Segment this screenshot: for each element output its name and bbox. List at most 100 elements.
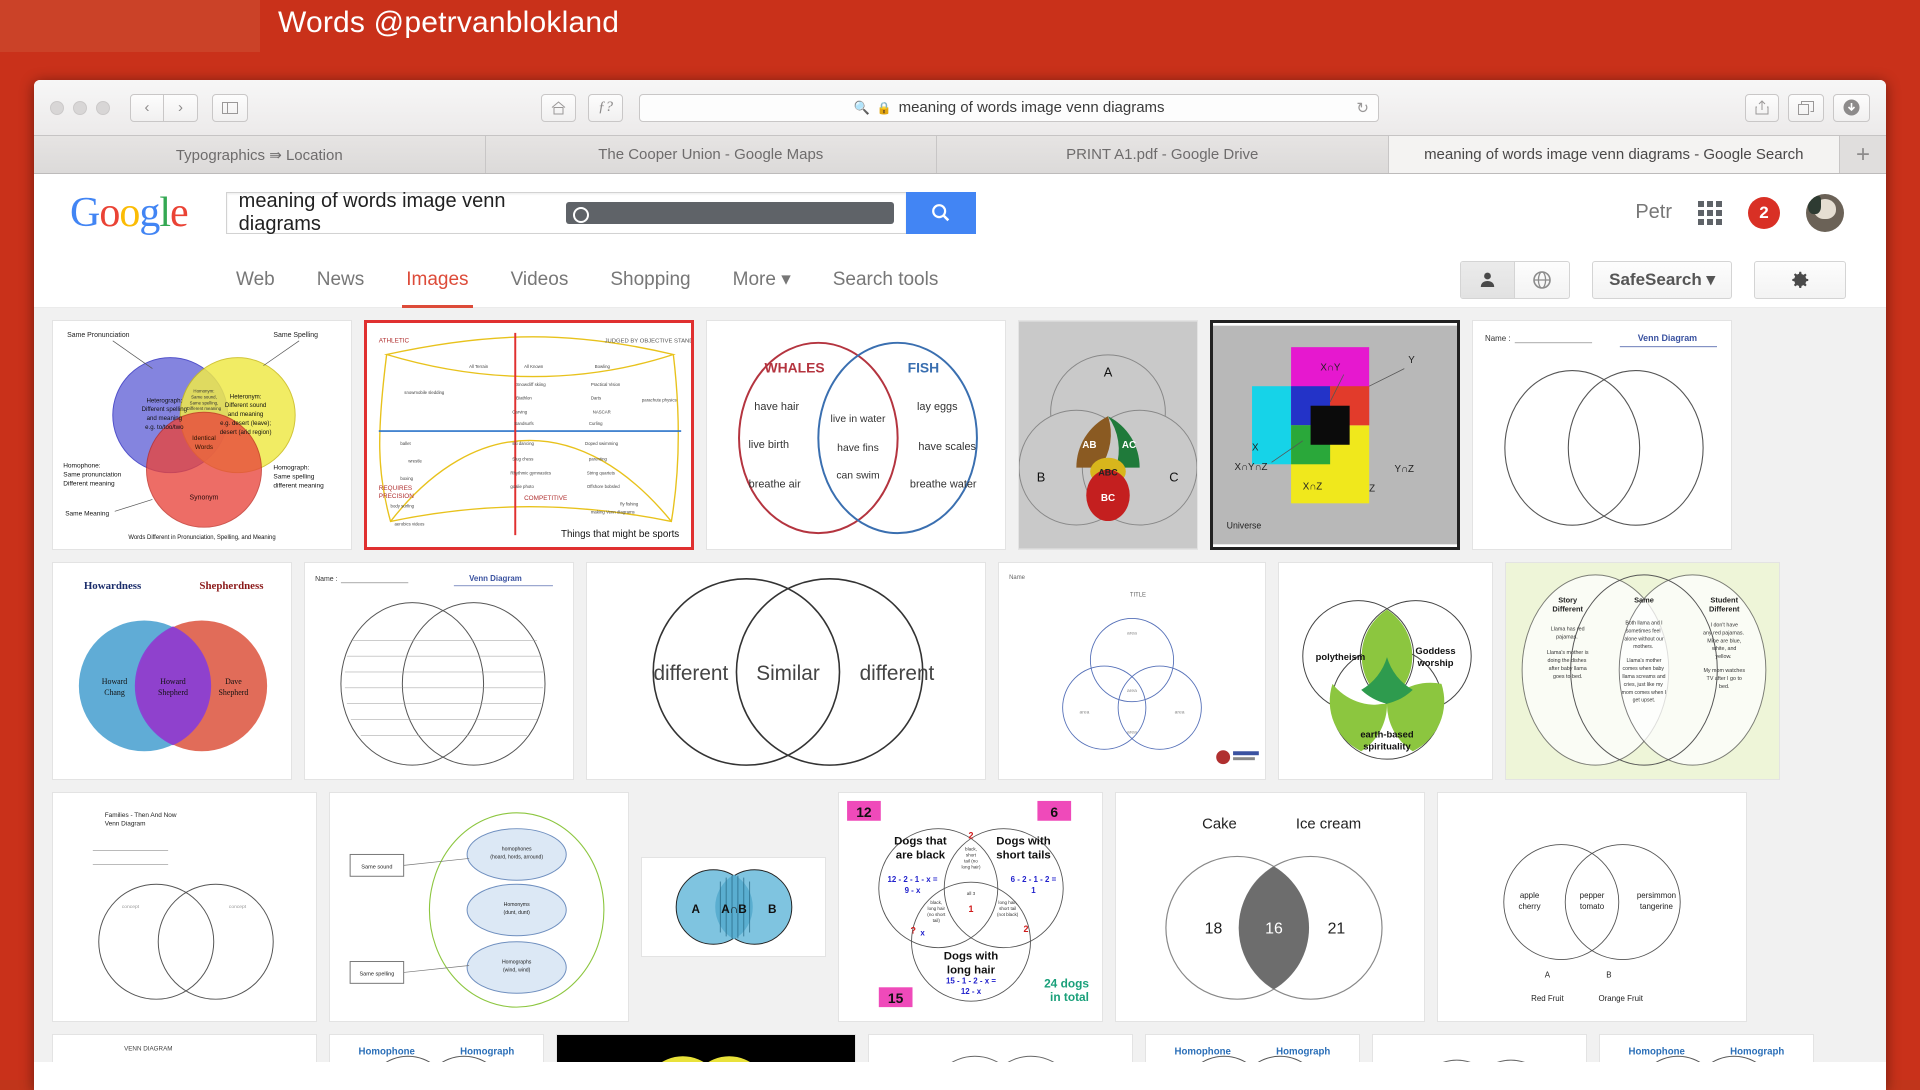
label-competitive: COMPETITIVE: [524, 495, 567, 502]
reload-icon[interactable]: ↻: [1356, 99, 1369, 117]
settings-button[interactable]: [1754, 261, 1846, 299]
tabs-icon[interactable]: [1788, 94, 1824, 122]
svg-text:aerobics videos: aerobics videos: [394, 521, 424, 526]
zoom-window-button[interactable]: [96, 101, 110, 115]
tab-typographics[interactable]: Typographics ⇛ Location: [34, 136, 486, 173]
families-diagram: Families - Then And NowVenn Diagram conc…: [53, 793, 316, 1021]
dogs-label-longhair: Dogs withlong hair: [944, 951, 998, 977]
back-button[interactable]: ‹: [130, 94, 164, 122]
result-homophone-flow-venn[interactable]: homophones(hoard, hords, arround) Homony…: [329, 792, 629, 1022]
result-partial-homophone-homograph-3[interactable]: Homophone Homograph: [1599, 1034, 1814, 1062]
person-icon[interactable]: [1461, 262, 1515, 298]
label-ice-cream: Ice cream: [1296, 817, 1361, 833]
result-athletic-sports-venn[interactable]: ATHLETIC JUDGED BY OBJECTIVE STANDARDS R…: [364, 320, 694, 550]
value-icecream-only: 21: [1328, 921, 1346, 938]
apps-grid-icon[interactable]: [1698, 201, 1722, 225]
toolbar-right-group: [1745, 94, 1870, 122]
url-bar[interactable]: 🔍 🔒 meaning of words image venn diagrams…: [639, 94, 1379, 122]
tab-images[interactable]: Images: [404, 253, 470, 307]
result-partial-black-venn[interactable]: [556, 1034, 856, 1062]
safesearch-button[interactable]: SafeSearch ▾: [1592, 261, 1732, 299]
search-input[interactable]: meaning of words image venn diagrams: [226, 192, 906, 234]
result-homophone-homograph-venn[interactable]: Same Pronunciation Same Spelling Heterog…: [52, 320, 352, 550]
sidebar-icon[interactable]: [212, 94, 248, 122]
new-tab-button[interactable]: +: [1840, 136, 1886, 173]
result-blank-venn-worksheet-1[interactable]: Name : Venn Diagram: [1472, 320, 1732, 550]
dogs-eq-shorttails: 6 - 2 - 1 - 2 =1: [1011, 875, 1057, 895]
share-icon[interactable]: [1745, 94, 1779, 122]
label-z: Z: [1369, 484, 1375, 495]
result-partial-blank-2[interactable]: [868, 1034, 1133, 1062]
google-logo[interactable]: Google: [70, 192, 188, 234]
svg-text:String quartets: String quartets: [587, 470, 615, 475]
item-have-hair: have hair: [754, 401, 799, 413]
result-partial-blank-3[interactable]: [1372, 1034, 1587, 1062]
view-toggle[interactable]: [1460, 261, 1570, 299]
label-c: C: [1169, 469, 1178, 484]
svg-text:All Terrain: All Terrain: [469, 364, 489, 369]
notification-badge[interactable]: 2: [1748, 197, 1780, 229]
tab-shopping[interactable]: Shopping: [608, 253, 692, 307]
result-partial-homophone-homograph-2[interactable]: Homophone Homograph: [1145, 1034, 1360, 1062]
result-cake-icecream-venn[interactable]: Cake Ice cream 18 16 21: [1115, 792, 1425, 1022]
camera-icon[interactable]: [566, 202, 894, 224]
search-nav: Web News Images Videos Shopping More ▾ S…: [34, 252, 1886, 308]
result-polytheism-goddess-venn[interactable]: polytheism Goddessworship earth-basedspi…: [1278, 562, 1493, 780]
result-llama-story-venn[interactable]: StoryDifferent Same StudentDifferent Lla…: [1505, 562, 1780, 780]
tab-print-a1-pdf[interactable]: PRINT A1.pdf - Google Drive: [937, 136, 1389, 173]
partial-label-homophone-2: Homophone: [1175, 1046, 1232, 1057]
result-howardness-shepherdness-venn[interactable]: Howardness Shepherdness HowardChang Howa…: [52, 562, 292, 780]
polytheism-diagram: polytheism Goddessworship earth-basedspi…: [1279, 563, 1492, 779]
tab-search-tools[interactable]: Search tools: [831, 253, 941, 307]
result-cmyk-set-venn[interactable]: X∩Y X Y Z X∩Y∩Z X∩Z Y∩Z Universe: [1210, 320, 1460, 550]
result-families-then-and-now-venn[interactable]: Families - Then And NowVenn Diagram conc…: [52, 792, 317, 1022]
svg-text:parachute physics: parachute physics: [642, 398, 677, 403]
globe-icon[interactable]: [1515, 262, 1569, 298]
label-requires-precision: REQUIRESPRECISION: [379, 485, 414, 500]
minimize-window-button[interactable]: [73, 101, 87, 115]
window-controls[interactable]: [50, 101, 110, 115]
result-fruit-venn[interactable]: applecherry peppertomato persimmontanger…: [1437, 792, 1747, 1022]
title-same: Same: [1634, 596, 1654, 605]
downloads-icon[interactable]: [1833, 94, 1870, 122]
tab-videos[interactable]: Videos: [509, 253, 571, 307]
result-ab-shaded-venn[interactable]: A A∩B B: [641, 857, 826, 957]
search-form: meaning of words image venn diagrams: [226, 192, 976, 234]
title-fish: FISH: [908, 360, 940, 376]
home-icon[interactable]: [541, 94, 576, 122]
result-whales-fish-venn[interactable]: WHALES FISH have hair live birth breathe…: [706, 320, 1006, 550]
result-blank-venn-worksheet-2[interactable]: Name : Venn Diagram: [304, 562, 574, 780]
account-name[interactable]: Petr: [1635, 201, 1672, 224]
result-abc-set-venn[interactable]: A B C AB AC ABC BC: [1018, 320, 1198, 550]
toolbar-center-group: ƒ? 🔍 🔒 meaning of words image venn diagr…: [541, 94, 1379, 122]
sports-diagram: ATHLETIC JUDGED BY OBJECTIVE STANDARDS R…: [367, 323, 691, 547]
dogs-t-top: black,shorttail (nolong hair): [962, 846, 981, 869]
tab-more[interactable]: More ▾: [731, 252, 793, 307]
tab-google-search[interactable]: meaning of words image venn diagrams - G…: [1389, 136, 1841, 173]
result-blank-three-circle-venn[interactable]: Name TITLE area area area area area: [998, 562, 1266, 780]
results-row-3: Families - Then And NowVenn Diagram conc…: [52, 792, 1868, 1022]
partial-blank-3: [1373, 1035, 1586, 1062]
result-different-similar-venn[interactable]: different Similar different: [586, 562, 986, 780]
partial-hh-1: Homophone Homograph: [330, 1035, 543, 1062]
forward-button[interactable]: ›: [164, 94, 198, 122]
avatar[interactable]: [1806, 194, 1844, 232]
tab-news[interactable]: News: [315, 253, 367, 307]
label-athletic: ATHLETIC: [379, 338, 410, 345]
result-dogs-venn[interactable]: 12 6 15 Dogs thatare black Dogs withshor…: [838, 792, 1103, 1022]
close-window-button[interactable]: [50, 101, 64, 115]
result-partial-homophone-homograph-1[interactable]: Homophone Homograph: [329, 1034, 544, 1062]
dogs-count-longhair: 15: [888, 990, 904, 1006]
box-same-sound: Same sound: [361, 864, 392, 870]
label-x: X: [1252, 443, 1259, 454]
tab-web[interactable]: Web: [234, 253, 277, 307]
reader-icon[interactable]: ƒ?: [588, 94, 623, 122]
partial-label-homophone-1: Homophone: [359, 1046, 416, 1057]
partial-hh-3: Homophone Homograph: [1600, 1035, 1813, 1062]
tab-cooper-union-maps[interactable]: The Cooper Union - Google Maps: [486, 136, 938, 173]
search-button[interactable]: [906, 192, 976, 234]
item-can-swim: can swim: [836, 471, 879, 482]
result-partial-venn-worksheet[interactable]: VENN DIAGRAM: [52, 1034, 317, 1062]
svg-text:Snowcliff skiing: Snowcliff skiing: [516, 382, 546, 387]
svg-text:ballet: ballet: [400, 441, 411, 446]
